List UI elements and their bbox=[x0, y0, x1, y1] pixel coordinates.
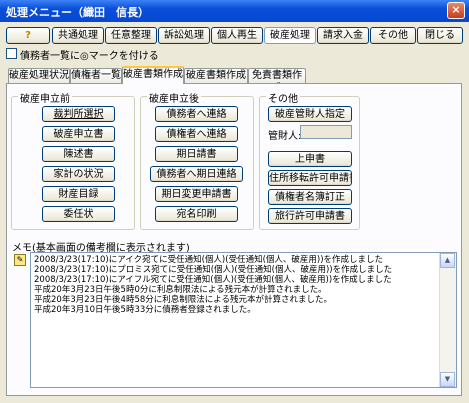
power-of-attorney-button[interactable]: 委任状 bbox=[42, 206, 115, 222]
scroll-up-icon[interactable]: ▲ bbox=[440, 253, 455, 268]
menu-bankruptcy-button[interactable]: 破産処理 bbox=[264, 27, 316, 44]
menu-voluntary-button[interactable]: 任意整理 bbox=[105, 27, 157, 44]
memo-icon[interactable]: ✎ bbox=[14, 254, 26, 266]
property-list-button[interactable]: 財産目録 bbox=[42, 186, 115, 202]
trustee-field[interactable] bbox=[300, 125, 352, 139]
menu-rehabilitation-button[interactable]: 個人再生 bbox=[211, 27, 263, 44]
court-select-button[interactable]: 裁判所選択 bbox=[42, 106, 115, 122]
supplemental-statement-button[interactable]: 上申書 bbox=[268, 151, 352, 167]
help-button[interactable]: ? bbox=[6, 27, 50, 44]
creditor-list-correction-button[interactable]: 債権者名簿訂正 bbox=[268, 189, 352, 205]
address-change-permit-button[interactable]: 住所移転許可申請書 bbox=[268, 170, 352, 186]
scroll-down-icon[interactable]: ▼ bbox=[440, 372, 455, 387]
group-after-filing-title: 破産申立後 bbox=[147, 90, 201, 105]
hearing-acceptance-button[interactable]: 期日請書 bbox=[155, 146, 238, 162]
mark-checkbox-label: 債務者一覧に◎マークを付ける bbox=[20, 51, 159, 62]
notify-debtor-hearing-button[interactable]: 債務者へ期日連絡 bbox=[150, 166, 243, 182]
statement-button[interactable]: 陳述書 bbox=[42, 146, 115, 162]
travel-permit-button[interactable]: 旅行許可申請書 bbox=[268, 208, 352, 224]
memo-line: 平成20年3月10日午後5時33分に債務者登録されました。 bbox=[34, 305, 256, 315]
memo-line: 2008/3/23(17:10)にプロミス宛てに受任通知(個人)(受任通知(個人… bbox=[34, 265, 393, 275]
tab-bankruptcy-status[interactable]: 破産処理状況 bbox=[8, 68, 70, 83]
close-button[interactable]: 閉じる bbox=[417, 27, 463, 44]
window-title: 処理メニュー（織田 信長） bbox=[6, 6, 149, 19]
window-close-button[interactable]: × bbox=[447, 2, 465, 19]
memo-line: 平成20年3月23日午後5時0分に利息制限法による残元本が計算されました。 bbox=[34, 285, 327, 295]
memo-textarea[interactable]: 2008/3/23(17:10)にアイク宛てに受任通知(個人)(受任通知(個人、… bbox=[30, 252, 457, 388]
mark-checkbox[interactable] bbox=[6, 48, 17, 59]
tab-creditor-list[interactable]: 債権者一覧 bbox=[70, 68, 122, 83]
title-bar: 処理メニュー（織田 信長） × bbox=[0, 0, 469, 22]
memo-line: 平成20年3月23日午後4時58分に利息制限法による残元本が計算されました。 bbox=[34, 295, 333, 305]
notify-debtor-button[interactable]: 債務者へ連絡 bbox=[155, 106, 238, 122]
address-print-button[interactable]: 宛名印刷 bbox=[155, 206, 238, 222]
tab-discharge-docs[interactable]: 免責書類作成 bbox=[248, 68, 306, 94]
memo-content: 2008/3/23(17:10)にアイク宛てに受任通知(個人)(受任通知(個人、… bbox=[34, 255, 439, 315]
trustee-label: 管財人: bbox=[268, 131, 302, 142]
group-other-title: その他 bbox=[266, 90, 300, 105]
menu-other-button[interactable]: その他 bbox=[370, 27, 416, 44]
petition-button[interactable]: 破産申立書 bbox=[42, 126, 115, 142]
menu-common-button[interactable]: 共通処理 bbox=[52, 27, 104, 44]
memo-scrollbar[interactable]: ▲ ▼ bbox=[439, 253, 456, 387]
menu-lawsuit-button[interactable]: 訴訟処理 bbox=[158, 27, 210, 44]
memo-line: 2008/3/23(17:10)にアイク宛てに受任通知(個人)(受任通知(個人、… bbox=[34, 255, 384, 265]
memo-line: 2008/3/23(17:10)にアイフル宛てに受任通知(個人)(受任通知(個人… bbox=[34, 275, 392, 285]
tab-bankruptcy-docs[interactable]: 破産書類作成 bbox=[122, 66, 184, 84]
menu-payment-button[interactable]: 請求入金 bbox=[317, 27, 369, 44]
tab-bankruptcy-docs-2[interactable]: 破産書類作成2 bbox=[184, 68, 248, 94]
group-before-filing-title: 破産申立前 bbox=[18, 90, 72, 105]
household-status-button[interactable]: 家計の状況 bbox=[42, 166, 115, 182]
date-change-request-button[interactable]: 期日変更申請書 bbox=[155, 186, 238, 202]
trustee-designation-button[interactable]: 破産管財人指定 bbox=[268, 106, 352, 122]
notify-creditor-button[interactable]: 債権者へ連絡 bbox=[155, 126, 238, 142]
